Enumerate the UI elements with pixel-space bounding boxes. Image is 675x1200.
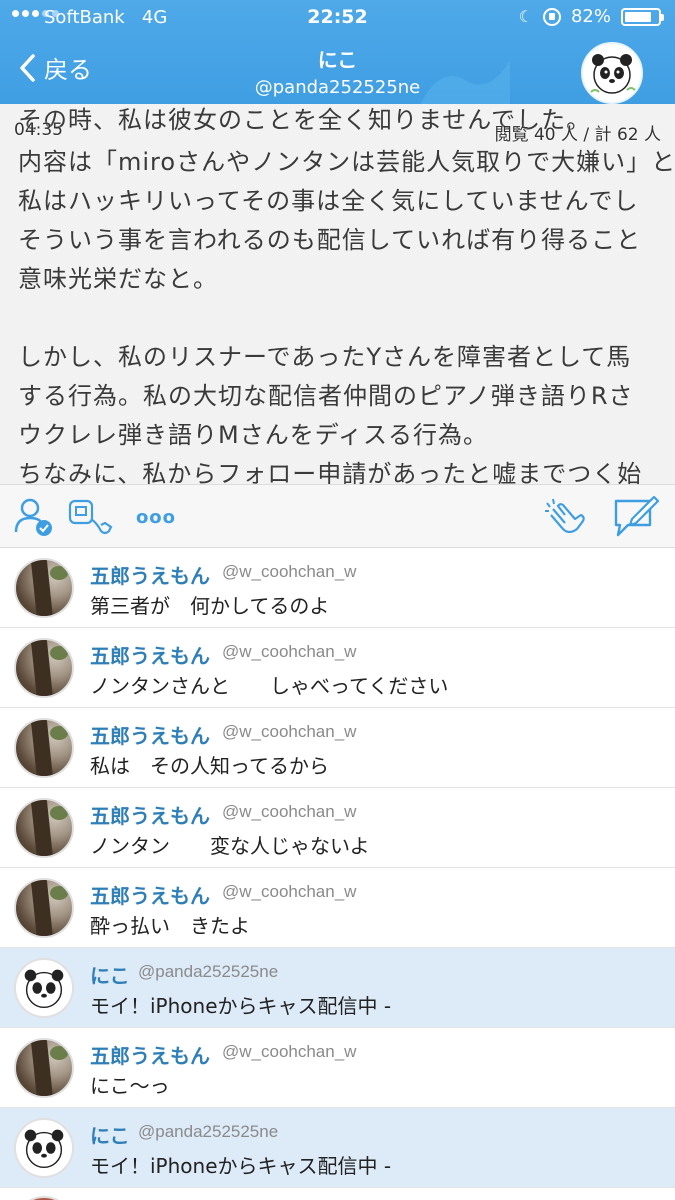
broadcast-timer: 04:35: [14, 120, 63, 140]
comment-text: 私は その人知ってるから: [90, 754, 329, 778]
avatar[interactable]: [14, 558, 74, 618]
comment-handle: @w_coohchan_w: [222, 642, 357, 661]
back-label: 戻る: [44, 56, 92, 84]
more-icon: ooo: [135, 506, 177, 528]
comment-username[interactable]: にこ: [90, 960, 130, 989]
battery-icon: [621, 7, 664, 26]
panda-icon: [24, 1129, 64, 1169]
comment-item[interactable]: 五郎うえもん @w_coohchan_w ノンタンさんと しゃべってください: [0, 628, 675, 708]
comment-item[interactable]: [0, 1188, 675, 1200]
user-check-icon: [14, 498, 52, 536]
live-text-line: 私はハッキリいってその事は全く気にしていませんでし: [18, 187, 639, 215]
live-text-line: する行為。私の大切な配信者仲間のピアノ弾き語りRさ: [18, 382, 634, 410]
comment-handle: @w_coohchan_w: [222, 562, 357, 581]
avatar[interactable]: [14, 1038, 74, 1098]
comment-handle: @w_coohchan_w: [222, 802, 357, 821]
comment-item[interactable]: にこ @panda252525ne モイ！iPhoneからキャス配信中 -: [0, 1108, 675, 1188]
comment-item[interactable]: にこ @panda252525ne モイ！iPhoneからキャス配信中 -: [0, 948, 675, 1028]
comment-handle: @w_coohchan_w: [222, 882, 357, 901]
page-title: にこ: [317, 48, 358, 72]
rotation-lock-icon: [542, 7, 561, 26]
avatar[interactable]: [14, 1196, 74, 1200]
avatar[interactable]: [14, 718, 74, 778]
back-button[interactable]: 戻る: [18, 50, 92, 85]
status-bar: SoftBank 4G 22:52 ☾ 82%: [0, 0, 675, 36]
comment-handle: @w_coohchan_w: [222, 1042, 357, 1061]
comment-username[interactable]: 五郎うえもん: [90, 1040, 210, 1069]
avatar[interactable]: [14, 958, 74, 1018]
comment-item[interactable]: 五郎うえもん @w_coohchan_w 私は その人知ってるから: [0, 708, 675, 788]
carrier-name: SoftBank: [44, 7, 125, 28]
live-text-line: 意味光栄だなと。: [18, 265, 218, 293]
comment-username[interactable]: 五郎うえもん: [90, 720, 210, 749]
clap-icon: [545, 498, 585, 534]
live-text-line: 内容は「miroさんやノンタンは芸能人気取りで大嫌い」と: [18, 148, 675, 176]
live-text-line: ちなみに、私からフォロー申請があったと嘘までつく始: [18, 460, 643, 484]
comment-text: ノンタンさんと しゃべってください: [90, 674, 449, 698]
comment-item[interactable]: 五郎うえもん @w_coohchan_w 酔っ払い きたよ: [0, 868, 675, 948]
avatar[interactable]: [14, 878, 74, 938]
collab-call-button[interactable]: [66, 495, 114, 539]
comment-handle: @panda252525ne: [138, 962, 279, 981]
action-toolbar: ooo: [0, 484, 675, 548]
comment-username[interactable]: 五郎うえもん: [90, 800, 210, 829]
compose-comment-button[interactable]: [610, 495, 662, 539]
battery-fill: [625, 11, 651, 22]
clap-button[interactable]: [540, 495, 590, 539]
avatar[interactable]: [14, 1118, 74, 1178]
chevron-left-icon: [20, 53, 35, 82]
comment-item[interactable]: 五郎うえもん @w_coohchan_w にこ〜っ: [0, 1028, 675, 1108]
comment-username[interactable]: にこ: [90, 1120, 130, 1149]
viewer-count: 閲覧 40 人 / 計 62 人: [494, 125, 661, 145]
app-header: SoftBank 4G 22:52 ☾ 82% 戻る にこ @panda2525…: [0, 0, 675, 104]
panda-icon: [24, 969, 64, 1009]
comment-text: モイ！iPhoneからキャス配信中 -: [90, 994, 392, 1018]
comment-item[interactable]: 五郎うえもん @w_coohchan_w ノンタン 変な人じゃないよ: [0, 788, 675, 868]
live-text-line: しかし、私のリスナーであったYさんを障害者として馬: [18, 343, 632, 371]
panda-icon: [590, 54, 636, 94]
live-text-line: そういう事を言われるのも配信していれば有り得ること: [18, 226, 642, 254]
wave-decoration-icon: [420, 60, 510, 104]
comment-text: 酔っ払い きたよ: [90, 914, 250, 938]
follow-button[interactable]: [12, 495, 56, 539]
comment-handle: @panda252525ne: [138, 1122, 279, 1141]
comment-text: ノンタン 変な人じゃないよ: [90, 834, 370, 858]
video-call-icon: [68, 499, 113, 535]
comment-username[interactable]: 五郎うえもん: [90, 640, 210, 669]
comment-text: モイ！iPhoneからキャス配信中 -: [90, 1154, 392, 1178]
comment-list[interactable]: 五郎うえもん @w_coohchan_w 第三者が 何かしてるのよ 五郎うえもん…: [0, 548, 675, 1200]
avatar[interactable]: [14, 798, 74, 858]
live-broadcast-view[interactable]: その時、私は彼女のことを全く知りませんでした。 内容は「miroさんやノンタンは…: [0, 104, 675, 484]
compose-icon: [614, 495, 660, 537]
page-subtitle: @panda252525ne: [254, 77, 421, 98]
live-text-line: ウクレレ弾き語りMさんをディスる行為。: [18, 421, 489, 449]
comment-item[interactable]: 五郎うえもん @w_coohchan_w 第三者が 何かしてるのよ: [0, 548, 675, 628]
comment-text: にこ〜っ: [90, 1074, 170, 1098]
comment-text: 第三者が 何かしてるのよ: [90, 594, 330, 618]
avatar[interactable]: [14, 638, 74, 698]
network-type: 4G: [141, 7, 168, 28]
broadcaster-avatar[interactable]: [581, 42, 643, 104]
comment-username[interactable]: 五郎うえもん: [90, 880, 210, 909]
moon-icon: ☾: [518, 7, 533, 26]
comment-username[interactable]: 五郎うえもん: [90, 560, 210, 589]
battery-percent: 82%: [570, 6, 611, 27]
more-button[interactable]: ooo: [134, 495, 178, 539]
comment-handle: @w_coohchan_w: [222, 722, 357, 741]
